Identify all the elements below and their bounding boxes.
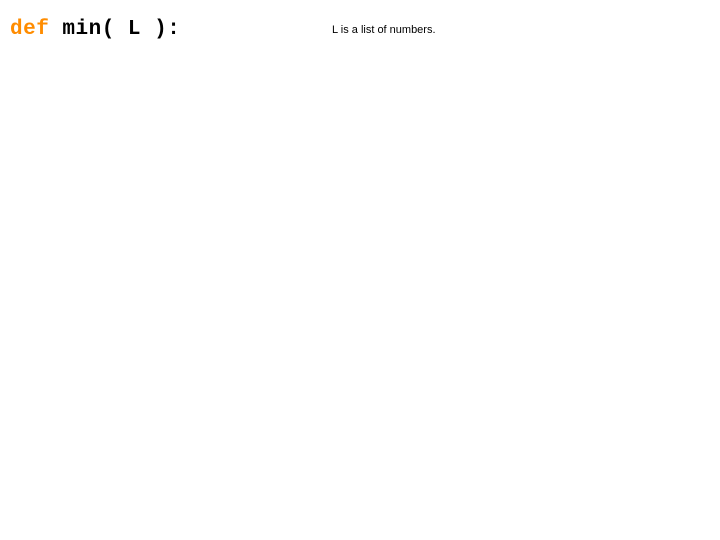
keyword-def: def <box>10 18 49 41</box>
parameter-annotation: L is a list of numbers. <box>332 24 436 36</box>
code-definition: def min( L ): <box>10 18 180 41</box>
function-signature: min( L ): <box>49 18 180 41</box>
